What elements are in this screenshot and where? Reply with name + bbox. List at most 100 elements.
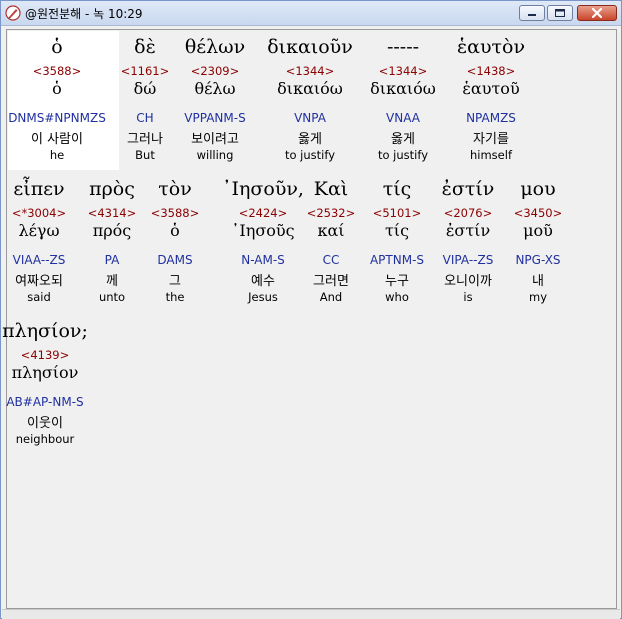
english-gloss: And: [319, 290, 343, 304]
korean-gloss: 그러면: [313, 274, 349, 289]
app-window: @원전분해 - 녹 10:29 ὁ <3588> ὁ DNMS#NPNMZS 이 사람이…: [0, 0, 622, 619]
morphology-code: NPG-XS: [515, 253, 561, 267]
strongs-number[interactable]: <3450>: [514, 206, 563, 220]
korean-gloss: 누구: [385, 274, 409, 289]
morphology-code: CC: [322, 253, 340, 267]
korean-gloss: 오니이까: [444, 274, 492, 289]
korean-gloss: 여짜오되: [15, 274, 63, 289]
english-gloss: himself: [470, 148, 512, 162]
english-gloss: to justify: [377, 148, 429, 162]
minimize-icon: [528, 14, 536, 16]
strongs-number[interactable]: <2532>: [307, 206, 356, 220]
strongs-number[interactable]: <3588>: [151, 206, 200, 220]
korean-gloss: 께: [106, 274, 118, 289]
morphology-code: VIPA--ZS: [442, 253, 494, 267]
strongs-number[interactable]: <*3004>: [12, 206, 66, 220]
lemma: τίς: [384, 221, 410, 240]
korean-gloss: 이웃이: [27, 416, 63, 431]
lemma: μοῦ: [523, 221, 553, 240]
greek-word: θέλων: [184, 36, 246, 58]
morphology-code: DAMS: [157, 253, 193, 267]
lemma: δικαιόω: [277, 79, 343, 98]
english-gloss: my: [528, 290, 548, 304]
greek-word: ἐστίν: [441, 178, 495, 200]
greek-word: ὁ: [51, 36, 63, 58]
maximize-icon: [555, 9, 565, 17]
lemma: θέλω: [194, 79, 236, 98]
morphology-code: AB#AP-NM-S: [6, 395, 84, 409]
greek-word: πρὸς: [89, 178, 135, 200]
strongs-number[interactable]: <1161>: [121, 64, 170, 78]
lemma: δώ: [133, 79, 157, 98]
strongs-number[interactable]: <2076>: [444, 206, 493, 220]
morphology-code: DNMS#NPNMZS: [8, 111, 106, 125]
morphology-code: VNPA: [294, 111, 326, 125]
korean-gloss: 예수: [251, 274, 275, 289]
lemma: πλησίον: [11, 363, 79, 382]
english-gloss: the: [165, 290, 185, 304]
lemma: ᾿Ιησοῦς: [231, 221, 295, 240]
lemma: ἐστίν: [445, 221, 491, 240]
english-gloss: to justify: [284, 148, 336, 162]
english-gloss: he: [49, 148, 65, 162]
window-title: @원전분해 - 녹 10:29: [25, 7, 143, 21]
greek-word: ᾿Ιησοῦν,: [222, 178, 304, 200]
morphology-code: APTNM-S: [369, 253, 425, 267]
lemma: ὁ: [52, 79, 62, 98]
strongs-number[interactable]: <1344>: [286, 64, 335, 78]
korean-gloss: 그: [169, 274, 181, 289]
morphology-code: VPPANM-S: [184, 111, 246, 125]
pen-nib-icon[interactable]: [5, 5, 21, 21]
english-gloss: said: [27, 290, 51, 304]
strongs-number[interactable]: <4139>: [21, 348, 70, 362]
strongs-number[interactable]: <1438>: [467, 64, 516, 78]
greek-word: εἶπεν: [13, 178, 65, 200]
english-gloss: Jesus: [248, 290, 278, 304]
english-gloss: unto: [98, 290, 126, 304]
strongs-number[interactable]: <2424>: [239, 206, 288, 220]
greek-word: -----: [386, 36, 420, 58]
minimize-button[interactable]: [519, 5, 545, 21]
english-gloss: neighbour: [15, 432, 75, 446]
close-icon: [591, 7, 603, 19]
lemma: λέγω: [18, 221, 60, 240]
title-bar[interactable]: @원전분해 - 녹 10:29: [1, 1, 621, 26]
korean-gloss: 내: [532, 274, 544, 289]
english-gloss: is: [463, 290, 473, 304]
interlinear-panel[interactable]: ὁ <3588> ὁ DNMS#NPNMZS 이 사람이 he δὲ <1161> δώ CH 그러…: [2, 29, 617, 609]
strongs-number[interactable]: <4314>: [88, 206, 137, 220]
korean-gloss: 그러나: [127, 132, 163, 147]
strongs-number[interactable]: <3588>: [33, 64, 82, 78]
status-bar: [2, 609, 620, 619]
morphology-code: N-AM-S: [241, 253, 285, 267]
korean-gloss: 자기를: [473, 132, 509, 147]
english-gloss: willing: [196, 148, 234, 162]
close-button[interactable]: [577, 5, 617, 21]
lemma: καί: [317, 221, 345, 240]
morphology-code: NPAMZS: [466, 111, 516, 125]
korean-gloss: 이 사람이: [31, 132, 83, 147]
lemma: ἑαυτοῦ: [462, 79, 520, 98]
english-gloss: who: [385, 290, 409, 304]
korean-gloss: 보이려고: [191, 132, 239, 147]
greek-word: τίς: [382, 178, 412, 200]
greek-word: δικαιοῦν: [267, 36, 353, 58]
lemma: ὁ: [170, 221, 180, 240]
greek-word: μου: [520, 178, 556, 200]
lemma: δικαιόω: [370, 79, 436, 98]
greek-word: ἑαυτὸν: [456, 36, 526, 58]
greek-word: δὲ: [134, 36, 156, 58]
korean-gloss: 옳게: [298, 132, 322, 147]
morphology-code: VNAA: [386, 111, 420, 125]
strongs-number[interactable]: <1344>: [379, 64, 428, 78]
lemma: πρός: [92, 221, 132, 240]
korean-gloss: 옳게: [391, 132, 415, 147]
greek-word: τὸν: [158, 178, 192, 200]
english-gloss: But: [135, 148, 155, 162]
strongs-number[interactable]: <2309>: [191, 64, 240, 78]
maximize-button[interactable]: [547, 5, 573, 21]
strongs-number[interactable]: <5101>: [373, 206, 422, 220]
morphology-code: VIAA--ZS: [12, 253, 66, 267]
greek-word: πλησίον;: [2, 320, 88, 342]
morphology-code: CH: [136, 111, 154, 125]
